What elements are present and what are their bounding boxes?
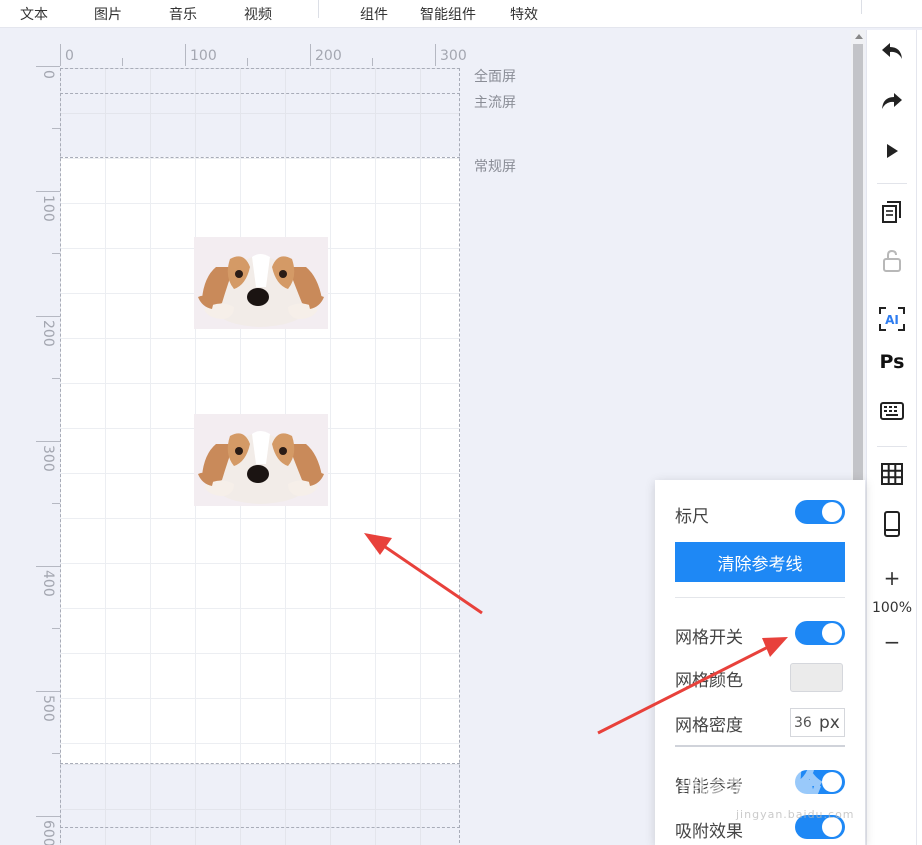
ruler-tick [372, 58, 373, 66]
right-toolbar: AI Ps + 100% − [866, 30, 916, 845]
clear-guides-button[interactable]: 清除参考线 [675, 542, 845, 582]
scroll-up-arrow-icon[interactable] [855, 34, 863, 39]
unlock-icon [883, 249, 901, 272]
right-panel-edge [916, 30, 922, 845]
ruler-label: 600 [40, 820, 56, 845]
copy-button[interactable] [867, 197, 917, 227]
toolbar-divider [318, 0, 319, 18]
grid-density-input[interactable] [791, 709, 819, 736]
toolbar-item-effects[interactable]: 特效 [510, 4, 538, 24]
grid-density-label: 网格密度 [675, 716, 743, 736]
full-screen-label: 全面屏 [474, 69, 516, 85]
ruler-tick [122, 58, 123, 66]
regular-screen-label: 常规屏 [474, 159, 516, 175]
ruler-label: 500 [40, 695, 56, 722]
top-ruler[interactable]: 0 100 200 300 [60, 44, 470, 66]
toolbar-separator [877, 183, 907, 184]
grid-density-field: px [790, 708, 845, 737]
ruler-tick [36, 816, 60, 817]
ruler-tick [36, 691, 60, 692]
zoom-level: 100% [871, 600, 913, 616]
undo-icon [882, 43, 902, 59]
toolbar-item-smart-component[interactable]: 智能组件 [420, 4, 476, 24]
ruler-tick [52, 753, 60, 754]
ruler-tick [435, 44, 436, 66]
ruler-tick [60, 44, 61, 66]
puppy-illustration [194, 414, 328, 506]
clipped-icon [808, 0, 858, 4]
ruler-label: 300 [440, 48, 467, 64]
ruler-tick [36, 316, 60, 317]
ruler-label: 100 [190, 48, 217, 64]
toolbar-separator [877, 446, 907, 447]
play-icon [887, 144, 898, 158]
ruler-tick [52, 128, 60, 129]
toggle-knob [822, 623, 842, 643]
ruler-label: 0 [40, 70, 56, 79]
ai-button[interactable]: AI [867, 304, 917, 334]
ruler-tick [310, 44, 311, 66]
top-toolbar: 文本 图片 音乐 视频 组件 智能组件 特效 [0, 0, 922, 28]
zoom-in-button[interactable]: + [867, 566, 917, 590]
mainstream-screen-label: 主流屏 [474, 95, 516, 111]
grid-color-label: 网格颜色 [675, 671, 743, 691]
ruler-tick [36, 566, 60, 567]
device-button[interactable] [867, 509, 917, 539]
ruler-tick [52, 378, 60, 379]
ai-icon-label: AI [885, 313, 899, 327]
ruler-label: 400 [40, 570, 56, 597]
toolbar-divider-right [861, 0, 862, 14]
redo-button[interactable] [867, 86, 917, 116]
photoshop-button[interactable]: Ps [867, 347, 917, 377]
panel-divider [675, 597, 845, 598]
keyboard-button[interactable] [867, 396, 917, 426]
puppy-illustration [194, 237, 328, 329]
keyboard-icon [880, 402, 904, 420]
zoom-out-button[interactable]: − [867, 630, 917, 654]
toolbar-item-image[interactable]: 图片 [94, 4, 122, 24]
ruler-tick [52, 628, 60, 629]
redo-icon [882, 93, 902, 109]
ruler-tick [52, 503, 60, 504]
mainstream-screen-guide [60, 93, 460, 94]
ruler-label: 标尺 [675, 507, 709, 527]
toggle-knob [822, 502, 842, 522]
ruler-toggle[interactable] [795, 500, 845, 524]
undo-button[interactable] [867, 36, 917, 66]
ruler-tick [52, 253, 60, 254]
left-ruler[interactable]: 0 100 200 300 400 500 600 [36, 66, 60, 845]
grid-switch-label: 网格开关 [675, 628, 743, 648]
puppy-image[interactable] [194, 237, 328, 329]
mobile-device-icon [884, 511, 900, 537]
grid-density-unit: px [819, 712, 840, 733]
puppy-image[interactable] [194, 414, 328, 506]
preview-button[interactable] [867, 136, 917, 166]
ruler-label: 300 [40, 445, 56, 472]
grid-toggle[interactable] [795, 621, 845, 645]
toolbar-item-component[interactable]: 组件 [360, 4, 388, 24]
ruler-tick [36, 66, 60, 67]
ruler-label: 200 [40, 320, 56, 347]
grid-icon [881, 463, 903, 485]
ruler-label: 100 [40, 195, 56, 222]
toolbar-item-music[interactable]: 音乐 [169, 4, 197, 24]
grid-color-swatch[interactable] [790, 663, 843, 692]
ruler-label: 200 [315, 48, 342, 64]
toolbar-item-video[interactable]: 视频 [244, 4, 272, 24]
grid-button[interactable] [867, 459, 917, 489]
ruler-tick [247, 58, 248, 66]
watermark-url: jingyan.baidu.com [736, 808, 855, 821]
lock-button[interactable] [867, 246, 917, 276]
panel-divider [675, 745, 845, 747]
ruler-tick [36, 191, 60, 192]
ai-icon: AI [879, 307, 905, 331]
toolbar-clipped-item[interactable] [808, 0, 858, 7]
watermark-brand: Bai 经验 [680, 769, 820, 809]
toolbar-item-text[interactable]: 文本 [20, 4, 48, 24]
ruler-tick [36, 441, 60, 442]
lower-screen-guide [60, 827, 460, 828]
copy-pages-icon [882, 201, 901, 223]
ruler-tick [185, 44, 186, 66]
ruler-label: 0 [65, 48, 74, 64]
